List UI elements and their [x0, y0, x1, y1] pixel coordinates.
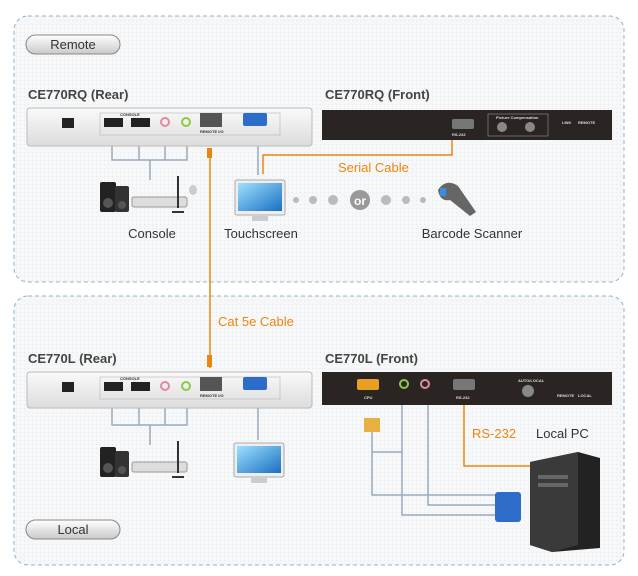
ce770rq-rear-title: CE770RQ (Rear) [28, 87, 128, 102]
local-monitor-icon [233, 442, 285, 483]
svg-text:CONSOLE: CONSOLE [120, 112, 140, 117]
local-section-pill: Local [25, 519, 121, 540]
svg-text:AUTO/LOCAL: AUTO/LOCAL [518, 378, 545, 383]
remote-panel [13, 15, 625, 283]
ce770l-front-unit: CPU RS-232 AUTO/LOCAL REMOTE LOCAL [322, 372, 612, 405]
svg-text:Local: Local [57, 522, 88, 537]
local-pc-icon [530, 452, 600, 552]
ce770l-front-title: CE770L (Front) [325, 351, 418, 366]
console-label: Console [128, 226, 176, 241]
touchscreen-label: Touchscreen [224, 226, 298, 241]
svg-text:CPU: CPU [364, 395, 373, 400]
svg-text:REMOTE I/O: REMOTE I/O [200, 393, 224, 398]
connection-diagram: Remote Local CE770RQ (Rear) CE770RQ (Fro… [0, 0, 638, 576]
svg-text:Picture Compensation: Picture Compensation [496, 115, 539, 120]
svg-text:or: or [354, 194, 366, 208]
cat5e-cable-label: Cat 5e Cable [218, 314, 294, 329]
local-pc-label: Local PC [536, 426, 589, 441]
svg-text:LOCAL: LOCAL [578, 393, 592, 398]
svg-text:RS-232: RS-232 [456, 395, 470, 400]
ce770l-rear-title: CE770L (Rear) [28, 351, 117, 366]
svg-text:CONSOLE: CONSOLE [120, 376, 140, 381]
serial-cable-label: Serial Cable [338, 160, 409, 175]
svg-text:REMOTE: REMOTE [557, 393, 574, 398]
barcode-scanner-label: Barcode Scanner [422, 226, 523, 241]
touchscreen-icon [234, 179, 286, 221]
svg-text:RS-232: RS-232 [452, 132, 466, 137]
svg-text:LINK: LINK [562, 120, 571, 125]
ce770rq-front-unit: RS-232 Picture Compensation LINK REMOTE [322, 110, 612, 140]
rs232-cable-label: RS-232 [472, 426, 516, 441]
svg-text:Remote: Remote [50, 37, 96, 52]
remote-section-pill: Remote [25, 34, 121, 55]
svg-text:REMOTE: REMOTE [578, 120, 595, 125]
ce770rq-front-title: CE770RQ (Front) [325, 87, 430, 102]
svg-text:REMOTE I/O: REMOTE I/O [200, 129, 224, 134]
